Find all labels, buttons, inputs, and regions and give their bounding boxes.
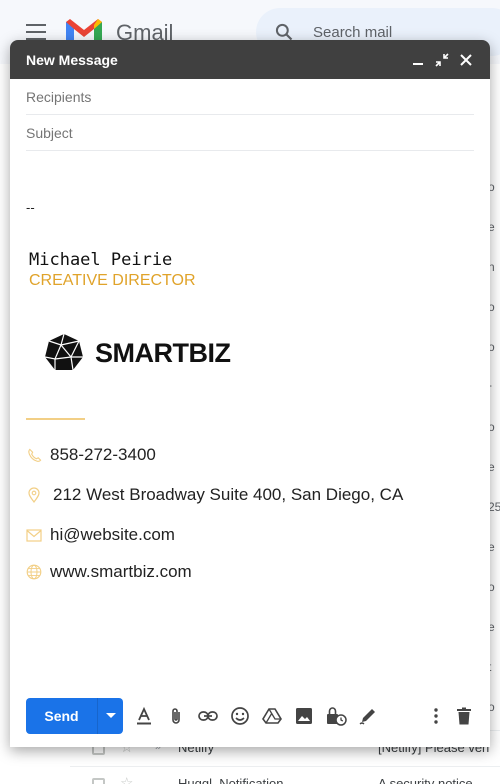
location-pin-icon [26, 487, 42, 503]
photo-icon[interactable] [292, 704, 316, 728]
confidential-icon[interactable] [324, 704, 348, 728]
emoji-icon[interactable] [228, 704, 252, 728]
recipients-row [26, 79, 474, 115]
drive-icon[interactable] [260, 704, 284, 728]
row-subject: A security notice [378, 776, 473, 784]
compose-window: New Message -- Michael Peirie CREATIVE D… [10, 40, 490, 747]
signature-name: Michael Peirie [29, 250, 173, 270]
send-options-button[interactable] [97, 698, 123, 734]
signature-email-row: hi@website.com [26, 525, 175, 545]
search-icon[interactable] [274, 22, 294, 42]
mail-icon [26, 527, 42, 543]
recipients-input[interactable] [26, 88, 474, 105]
star-icon[interactable]: ☆ [120, 774, 133, 784]
link-icon[interactable] [196, 704, 220, 728]
close-icon[interactable] [454, 48, 478, 72]
signature-address-row: 212 West Broadway Suite 400, San Diego, … [26, 485, 403, 505]
attach-icon[interactable] [164, 704, 188, 728]
smartbiz-logo-icon [44, 333, 83, 371]
subject-row [26, 115, 474, 151]
trash-icon[interactable] [452, 704, 476, 728]
compose-title: New Message [26, 51, 118, 68]
row-sender: Huggl_Notification [178, 776, 284, 784]
globe-icon [26, 564, 42, 580]
signature-brand: SMARTBIZ [95, 338, 231, 368]
main-menu-icon[interactable] [26, 24, 46, 40]
signature-separator: -- [26, 200, 35, 215]
format-text-icon[interactable] [132, 704, 156, 728]
compose-toolbar: Send [10, 685, 490, 747]
search-input[interactable]: Search mail [313, 24, 392, 41]
signature-website[interactable]: www.smartbiz.com [50, 562, 192, 582]
signature-phone[interactable]: 858-272-3400 [50, 445, 156, 465]
phone-icon [26, 447, 42, 463]
signature-role: CREATIVE DIRECTOR [29, 272, 196, 289]
minimize-icon[interactable] [406, 48, 430, 72]
signature-icon[interactable] [356, 704, 380, 728]
signature-email[interactable]: hi@website.com [50, 525, 175, 545]
row-checkbox[interactable] [92, 778, 105, 784]
compose-header[interactable]: New Message [10, 40, 490, 79]
signature-address: 212 West Broadway Suite 400, San Diego, … [53, 485, 404, 504]
signature-divider [26, 418, 85, 420]
signature-phone-row: 858-272-3400 [26, 445, 156, 465]
send-button[interactable]: Send [26, 698, 97, 734]
more-options-icon[interactable] [424, 704, 448, 728]
exit-fullscreen-icon[interactable] [430, 48, 454, 72]
signature-website-row: www.smartbiz.com [26, 562, 192, 582]
chevron-down-icon [105, 713, 116, 718]
subject-input[interactable] [26, 124, 474, 141]
send-button-group: Send [26, 698, 123, 734]
